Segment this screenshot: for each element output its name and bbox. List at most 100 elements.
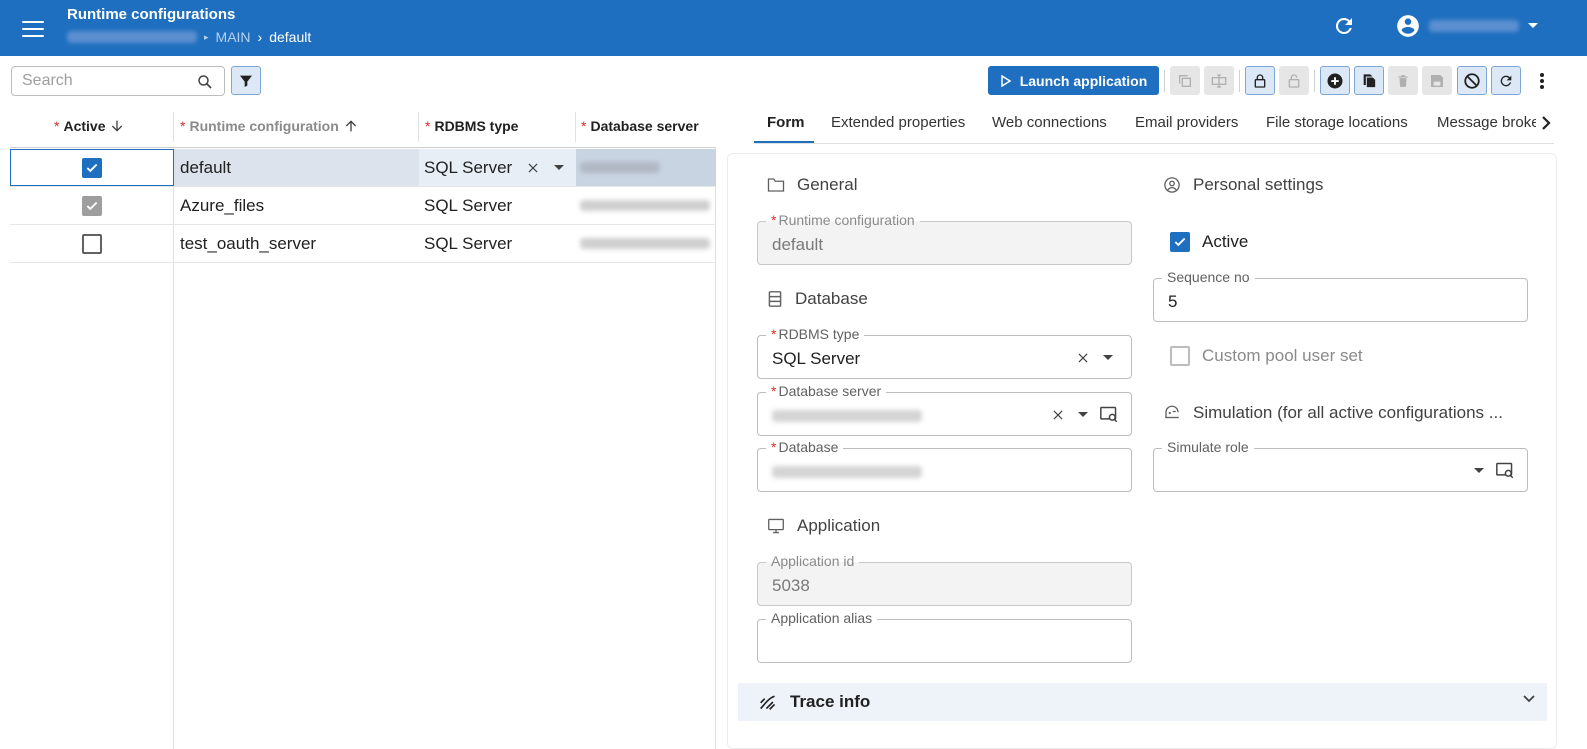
save-button[interactable] [1422, 66, 1452, 95]
field-label: Application alias [766, 610, 878, 626]
check-icon [86, 163, 98, 172]
trace-info-section[interactable]: Trace info [738, 683, 1547, 721]
tab-message-brokers[interactable]: Message broke [1437, 114, 1540, 131]
more-options-button[interactable] [1527, 66, 1557, 95]
database-server-cell[interactable] [576, 225, 716, 262]
breadcrumb-root-blurred[interactable] [67, 31, 197, 43]
runtime-configuration-cell[interactable]: test_oauth_server [174, 225, 419, 262]
active-cell[interactable] [10, 225, 174, 262]
sequence-no-field[interactable]: Sequence no 5 [1153, 269, 1528, 322]
breadcrumb-separator-icon: ▸ [204, 31, 209, 42]
tab-email-providers[interactable]: Email providers [1135, 114, 1238, 131]
column-divider[interactable] [418, 112, 419, 142]
column-header-active[interactable]: * Active [54, 118, 125, 134]
rename-button[interactable] [1204, 66, 1234, 95]
required-marker: * [54, 118, 60, 134]
menu-icon[interactable] [20, 16, 46, 40]
custom-pool-user-set-checkbox[interactable] [1170, 346, 1190, 366]
database-server-value-blurred [580, 238, 710, 249]
table-row[interactable]: default SQL Server [10, 149, 716, 187]
field-label: * Runtime configuration [766, 212, 920, 228]
active-cell[interactable] [10, 149, 174, 186]
active-toggle[interactable]: Active [1170, 232, 1248, 252]
simulate-role-field[interactable]: Simulate role [1153, 439, 1528, 492]
rdbms-type-cell[interactable]: SQL Server [419, 187, 576, 224]
trash-icon [1398, 74, 1408, 87]
check-icon [1174, 237, 1186, 247]
tab-web-connections[interactable]: Web connections [992, 114, 1107, 131]
table-row[interactable]: test_oauth_server SQL Server [10, 225, 716, 263]
application-alias-field[interactable]: Application alias [757, 610, 1132, 663]
active-cell[interactable] [10, 187, 174, 224]
unlock-icon [1288, 73, 1300, 88]
lock-button[interactable] [1245, 66, 1275, 95]
delete-button[interactable] [1388, 66, 1418, 95]
clear-icon[interactable] [526, 161, 540, 175]
search-icon[interactable] [196, 73, 214, 91]
active-checkbox[interactable] [82, 233, 102, 254]
copy-button[interactable] [1170, 66, 1200, 95]
chevron-down-icon[interactable] [1523, 695, 1535, 703]
reload-button[interactable] [1491, 66, 1521, 95]
column-header-runtime-configuration[interactable]: * Runtime configuration [180, 118, 359, 134]
search-field[interactable] [11, 66, 225, 96]
refresh-icon[interactable] [1332, 14, 1358, 40]
active-tab-indicator [754, 141, 814, 143]
database-field[interactable]: * Database [757, 439, 1132, 492]
database-server-cell[interactable] [576, 149, 716, 186]
database-server-field[interactable]: * Database server [757, 383, 1132, 436]
runtime-configuration-cell[interactable]: Azure_files [174, 187, 419, 224]
section-application: Application [767, 516, 880, 536]
caret-down-icon[interactable] [1103, 355, 1113, 361]
sort-desc-icon [112, 120, 123, 132]
breadcrumb-main[interactable]: MAIN [216, 29, 251, 45]
caret-down-icon[interactable] [1474, 468, 1484, 474]
caret-down-icon[interactable] [554, 164, 565, 171]
more-vertical-icon [1540, 72, 1544, 89]
caret-down-icon [1528, 23, 1538, 28]
filter-button[interactable] [231, 66, 261, 95]
lookup-icon[interactable] [1495, 461, 1515, 479]
rdbms-type-field[interactable]: * RDBMS type SQL Server [757, 326, 1132, 379]
lock-icon [1254, 73, 1266, 88]
sequence-no-value: 5 [1168, 292, 1178, 311]
unlock-button[interactable] [1279, 66, 1309, 95]
column-header-database-server[interactable]: * Database server [581, 118, 699, 134]
active-checkbox[interactable] [82, 195, 102, 216]
tab-file-storage-locations[interactable]: File storage locations [1266, 114, 1408, 131]
duplicate-button[interactable] [1354, 66, 1384, 95]
rdbms-type-cell[interactable]: SQL Server [419, 149, 576, 186]
tab-extended-properties[interactable]: Extended properties [831, 114, 965, 131]
table-row[interactable]: Azure_files SQL Server [10, 187, 716, 225]
tab-form[interactable]: Form [767, 114, 805, 131]
clear-icon[interactable] [1051, 408, 1065, 422]
cancel-button[interactable] [1457, 66, 1487, 95]
database-server-cell[interactable] [576, 187, 716, 224]
database-value-blurred [772, 466, 922, 478]
tabs-scroll-right-button[interactable] [1536, 110, 1556, 136]
user-menu[interactable] [1395, 13, 1539, 39]
column-divider[interactable] [173, 112, 174, 142]
search-input[interactable] [12, 67, 182, 95]
clear-icon[interactable] [1076, 351, 1090, 365]
refresh-icon [1500, 75, 1512, 86]
custom-pool-user-set-toggle[interactable]: Custom pool user set [1170, 346, 1363, 366]
caret-down-icon[interactable] [1078, 412, 1088, 418]
column-header-rdbms-type[interactable]: * RDBMS type [425, 118, 518, 134]
runtime-configuration-cell[interactable]: default [174, 149, 419, 186]
field-label: Simulate role [1162, 439, 1254, 455]
check-icon [86, 201, 98, 210]
launch-application-button[interactable]: Launch application [988, 66, 1159, 95]
add-button[interactable] [1320, 66, 1350, 95]
active-checkbox[interactable] [1170, 232, 1190, 252]
duplicate-icon [1363, 73, 1377, 88]
lookup-icon[interactable] [1099, 405, 1119, 423]
rdbms-type-cell[interactable]: SQL Server [419, 225, 576, 262]
app-header: Runtime configurations ▸ MAIN › default [0, 0, 1587, 56]
database-server-value-blurred [772, 410, 922, 422]
column-divider[interactable] [575, 112, 576, 142]
active-checkbox[interactable] [82, 157, 102, 178]
page-title: Runtime configurations [67, 6, 236, 23]
user-name-blurred [1429, 20, 1519, 32]
field-label: * RDBMS type [766, 326, 865, 342]
